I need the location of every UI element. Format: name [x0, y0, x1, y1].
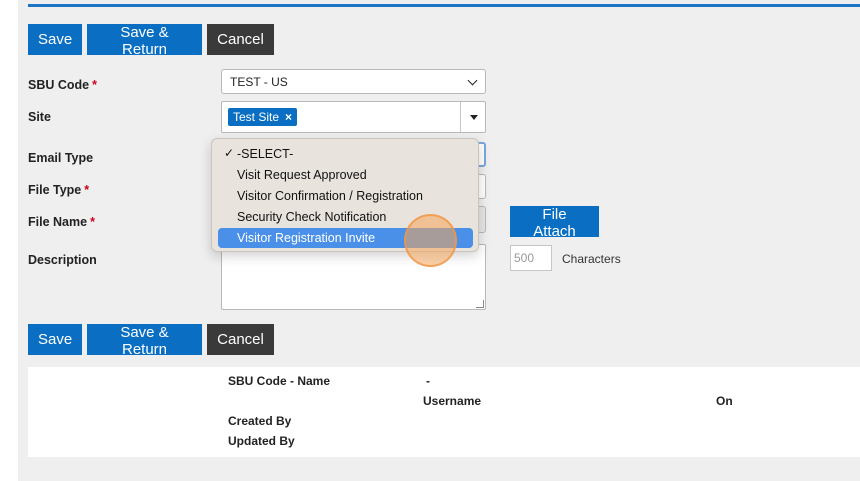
file-name-label: File Name * — [28, 215, 95, 229]
cancel-button-bottom[interactable]: Cancel — [207, 324, 274, 355]
sbu-code-name-value: - — [426, 374, 430, 388]
site-multiselect[interactable]: Test Site × — [221, 101, 486, 133]
remove-tag-icon[interactable]: × — [285, 110, 292, 124]
chevron-down-icon — [467, 75, 478, 86]
max-characters-input[interactable]: 500 — [510, 245, 552, 271]
username-header: Username — [423, 394, 482, 408]
option-visitor-confirmation[interactable]: Visitor Confirmation / Registration — [218, 186, 473, 206]
created-by-label: Created By — [228, 414, 292, 428]
cancel-button-top[interactable]: Cancel — [207, 24, 274, 55]
top-rule — [28, 4, 860, 7]
updated-by-label: Updated By — [228, 434, 295, 448]
description-label: Description — [28, 253, 97, 267]
save-button-bottom[interactable]: Save — [28, 324, 82, 355]
file-type-label: File Type * — [28, 183, 90, 197]
save-return-button-bottom[interactable]: Save & Return — [87, 324, 202, 358]
sbu-code-label: SBU Code * — [28, 78, 97, 92]
checkmark-icon: ✓ — [224, 146, 235, 160]
site-tag: Test Site × — [228, 108, 298, 126]
file-attach-button[interactable]: File Attach — [510, 206, 599, 240]
click-indicator — [404, 214, 457, 267]
caret-down-icon[interactable] — [470, 115, 478, 120]
sbu-code-select[interactable]: TEST - US — [221, 69, 486, 94]
audit-info-panel: SBU Code - Name - Username On Created By… — [28, 367, 860, 457]
option-visit-request-approved[interactable]: Visit Request Approved — [218, 165, 473, 185]
save-button-top[interactable]: Save — [28, 24, 82, 55]
sbu-code-value: TEST - US — [230, 75, 288, 89]
left-gutter — [0, 0, 18, 481]
save-return-button-top[interactable]: Save & Return — [87, 24, 202, 58]
resize-grip-icon[interactable] — [476, 300, 484, 308]
on-header: On — [716, 394, 733, 408]
sbu-code-name-label: SBU Code - Name — [228, 374, 331, 388]
option-select[interactable]: ✓ -SELECT- — [218, 144, 473, 164]
site-label: Site — [28, 110, 51, 124]
characters-label: Characters — [562, 252, 621, 266]
email-type-label: Email Type — [28, 151, 94, 165]
site-divider — [460, 102, 461, 132]
